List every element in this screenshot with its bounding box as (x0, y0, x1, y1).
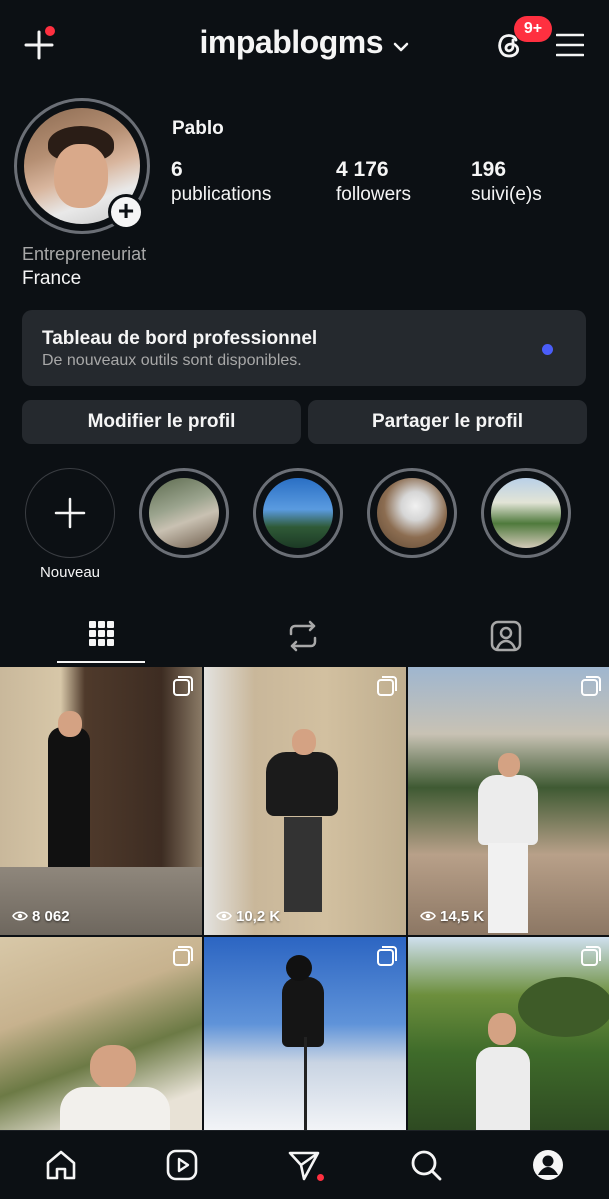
new-highlight-button[interactable] (25, 468, 115, 558)
highlight-item[interactable] (367, 468, 457, 558)
person-pants (284, 817, 322, 912)
highlight-item[interactable] (481, 468, 571, 558)
person-head (286, 955, 312, 981)
top-bar: impablogms 9+ (0, 0, 609, 92)
chevron-down-icon[interactable] (393, 41, 409, 53)
view-count: 10,2 K (216, 908, 280, 925)
eye-icon (12, 910, 28, 921)
person-shirt (476, 1047, 530, 1130)
tagged-person-icon (490, 620, 522, 652)
hamburger-menu-icon[interactable] (556, 32, 584, 58)
display-name: Pablo (172, 118, 224, 139)
highlight-thumbnail (149, 478, 219, 548)
post-thumbnail[interactable]: 10,2 K (204, 667, 406, 935)
post-thumbnail[interactable] (204, 937, 406, 1130)
person-shirt (478, 775, 538, 845)
post-thumbnail[interactable]: 8 062 (0, 667, 202, 935)
highlight-thumbnail (377, 478, 447, 548)
new-highlight-label: Nouveau (39, 564, 101, 581)
post-thumbnail[interactable] (408, 937, 609, 1130)
active-tab-indicator (57, 661, 145, 663)
posts-grid: 8 062 10,2 K 14,5 K (0, 667, 609, 1130)
home-icon[interactable] (43, 1147, 79, 1183)
multiple-posts-icon (581, 676, 601, 696)
person-head (90, 1045, 136, 1089)
view-count: 14,5 K (420, 908, 484, 925)
stat-label: publications (171, 184, 272, 205)
post-thumbnail[interactable]: 14,5 K (408, 667, 609, 935)
reposts-icon (289, 620, 317, 652)
profile-location: France (22, 268, 82, 289)
view-count: 8 062 (12, 908, 70, 925)
post-thumbnail[interactable] (0, 937, 202, 1130)
multiple-posts-icon (173, 676, 193, 696)
dashboard-subtitle: De nouveaux outils sont disponibles. (42, 352, 302, 369)
stat-followers[interactable]: 4 176 followers (336, 157, 411, 207)
plus-icon (54, 497, 86, 529)
threads-notification-badge: 9+ (514, 16, 552, 42)
avatar-face (54, 144, 108, 208)
person-pants (488, 843, 528, 933)
person-head (292, 729, 316, 755)
username[interactable]: impablogms (200, 24, 384, 60)
person-head (58, 711, 82, 737)
tab-posts-grid[interactable] (56, 612, 146, 662)
profile-category: Entrepreneuriat (22, 244, 147, 264)
multiple-posts-icon (377, 946, 397, 966)
multiple-posts-icon (581, 946, 601, 966)
tab-tagged[interactable] (461, 612, 551, 662)
highlight-thumbnail (263, 478, 333, 548)
person-head (498, 753, 520, 777)
view-count-text: 14,5 K (440, 908, 485, 925)
stat-following[interactable]: 196 suivi(e)s (471, 157, 542, 207)
highlight-item[interactable] (139, 468, 229, 558)
plus-icon: + (111, 197, 141, 227)
stat-label: followers (336, 184, 411, 205)
tree-canopy (518, 977, 609, 1037)
person-figure (48, 727, 90, 877)
highlight-item[interactable] (253, 468, 343, 558)
professional-dashboard-card[interactable]: Tableau de bord professionnel De nouveau… (22, 310, 586, 386)
ski-pole (304, 1037, 307, 1130)
stat-value: 4 176 (336, 158, 389, 181)
person-shirt (60, 1087, 170, 1130)
person-jacket (282, 977, 324, 1047)
person-head (488, 1013, 516, 1045)
stat-value: 196 (471, 158, 507, 181)
new-indicator-dot (542, 344, 553, 355)
tab-reposts[interactable] (258, 612, 348, 662)
dashboard-title: Tableau de bord professionnel (42, 328, 318, 349)
stat-label: suivi(e)s (471, 184, 542, 205)
multiple-posts-icon (173, 946, 193, 966)
profile-icon[interactable] (530, 1147, 566, 1183)
stat-publications[interactable]: 6 publications (171, 157, 271, 207)
highlight-thumbnail (491, 478, 561, 548)
view-count-text: 10,2 K (236, 908, 281, 925)
eye-icon (216, 910, 232, 921)
messages-notification-dot (317, 1174, 324, 1181)
grid-icon (89, 621, 114, 646)
share-profile-button[interactable]: Partager le profil (308, 400, 587, 444)
add-story-button[interactable]: + (108, 194, 144, 230)
eye-icon (420, 910, 436, 921)
stat-value: 6 (171, 158, 183, 181)
search-icon[interactable] (408, 1147, 444, 1183)
edit-profile-button[interactable]: Modifier le profil (22, 400, 301, 444)
bottom-navigation (0, 1130, 609, 1199)
multiple-posts-icon (377, 676, 397, 696)
reels-icon[interactable] (164, 1147, 200, 1183)
view-count-text: 8 062 (32, 908, 70, 925)
person-jacket (266, 752, 338, 816)
